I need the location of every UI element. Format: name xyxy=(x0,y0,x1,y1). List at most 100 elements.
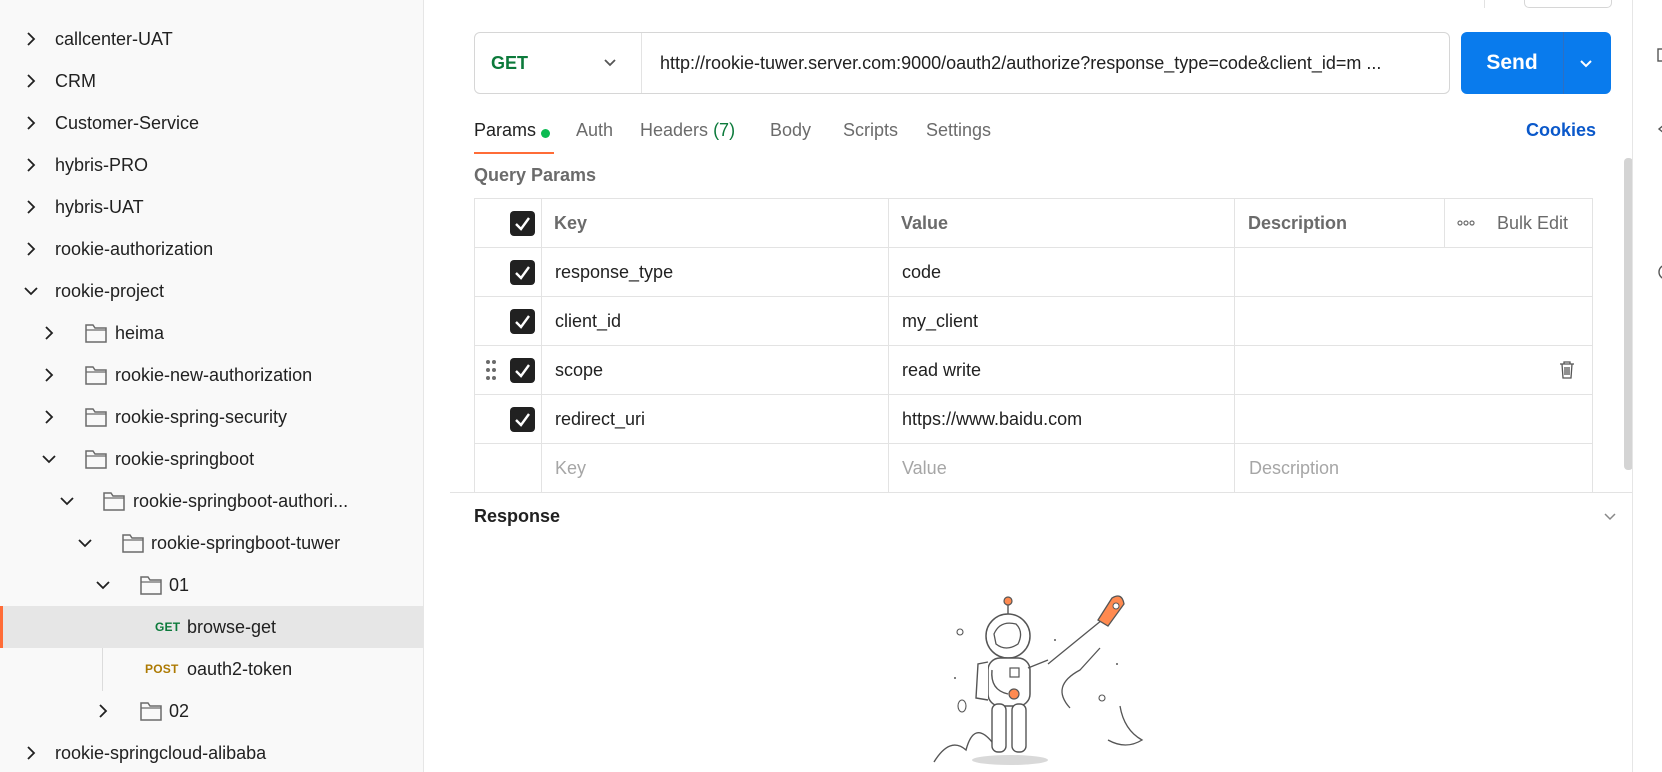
param-checkbox[interactable] xyxy=(510,309,535,334)
description-input[interactable]: Description xyxy=(1249,444,1339,493)
tree-item-oauth2-token[interactable]: POST oauth2-token xyxy=(0,648,423,690)
chevron-down-icon[interactable] xyxy=(75,533,95,553)
tab-scripts[interactable]: Scripts xyxy=(843,120,898,141)
tree-item-crm[interactable]: CRM xyxy=(0,60,423,102)
chevron-right-icon[interactable] xyxy=(21,155,41,175)
tree-item-hybris-pro[interactable]: hybris-PRO xyxy=(0,144,423,186)
tree-item-rookie-new-authorization[interactable]: rookie-new-authorization xyxy=(0,354,423,396)
chevron-right-icon[interactable] xyxy=(21,29,41,49)
headers-count: (7) xyxy=(713,120,736,140)
param-key[interactable]: client_id xyxy=(555,297,621,345)
folder-icon xyxy=(84,364,108,386)
param-new-row: Key Value Description xyxy=(475,444,1592,493)
chevron-right-icon[interactable] xyxy=(39,323,59,343)
folder-icon xyxy=(139,700,163,722)
tree-item-label: callcenter-UAT xyxy=(55,28,173,49)
tree-item-label: rookie-project xyxy=(55,280,165,301)
tree-item-label: browse-get xyxy=(187,616,277,637)
chevron-down-icon[interactable] xyxy=(1576,53,1596,78)
comments-icon[interactable] xyxy=(1657,122,1662,141)
query-params-table: Key Value Description Bulk Edit response… xyxy=(474,198,1593,493)
tab-settings[interactable]: Settings xyxy=(926,120,991,141)
info-icon[interactable] xyxy=(1657,264,1662,285)
param-checkbox[interactable] xyxy=(510,358,535,383)
folder-icon xyxy=(84,448,108,470)
chevron-down-icon[interactable] xyxy=(93,575,113,595)
url-input[interactable]: http://rookie-tuwer.server.com:9000/oaut… xyxy=(660,53,1440,74)
tree-item-customer-service[interactable]: Customer-Service xyxy=(0,102,423,144)
tree-item-01[interactable]: 01 xyxy=(0,564,423,606)
key-input[interactable]: Key xyxy=(555,444,586,493)
tree-item-rookie-springboot-tuwer[interactable]: rookie-springboot-tuwer xyxy=(0,522,423,564)
param-checkbox[interactable] xyxy=(510,407,535,432)
response-divider[interactable] xyxy=(450,492,1632,493)
chevron-right-icon[interactable] xyxy=(39,365,59,385)
tree-item-rookie-project[interactable]: rookie-project xyxy=(0,270,423,312)
param-key[interactable]: scope xyxy=(555,346,603,394)
tree-item-02[interactable]: 02 xyxy=(0,690,423,732)
toolbar-button[interactable] xyxy=(1524,0,1612,8)
method-badge-get: GET xyxy=(155,620,181,634)
url-bar: GET http://rookie-tuwer.server.com:9000/… xyxy=(474,32,1450,94)
tree-item-heima[interactable]: heima xyxy=(0,312,423,354)
astronaut-illustration xyxy=(933,595,1144,765)
param-value[interactable]: code xyxy=(902,248,941,296)
bulk-edit-button[interactable]: Bulk Edit xyxy=(1497,199,1568,247)
right-rail xyxy=(1632,0,1662,772)
tree-item-hybris-uat[interactable]: hybris-UAT xyxy=(0,186,423,228)
chevron-down-icon xyxy=(602,54,618,75)
tree-item-rookie-springboot-authorization[interactable]: rookie-springboot-authori... xyxy=(0,480,423,522)
tree-item-callcenter-uat[interactable]: callcenter-UAT xyxy=(0,18,423,60)
param-row: scope read write xyxy=(475,346,1592,395)
chevron-down-icon[interactable] xyxy=(21,281,41,301)
folder-icon xyxy=(102,490,126,512)
tab-params[interactable]: Params xyxy=(474,120,536,141)
tree-item-rookie-spring-security[interactable]: rookie-spring-security xyxy=(0,396,423,438)
chevron-down-icon[interactable] xyxy=(39,449,59,469)
send-button[interactable]: Send xyxy=(1461,32,1611,94)
param-row: client_id my_client xyxy=(475,297,1592,346)
tab-auth[interactable]: Auth xyxy=(576,120,613,141)
folder-icon xyxy=(139,574,163,596)
request-tabs: Params Auth Headers (7) Body Scripts Set… xyxy=(474,112,1614,156)
tab-body[interactable]: Body xyxy=(770,120,811,141)
drag-handle-icon[interactable] xyxy=(485,346,497,394)
tree-item-label: rookie-springboot-authori... xyxy=(133,490,349,511)
method-select[interactable]: GET xyxy=(475,33,642,93)
folder-icon xyxy=(84,322,108,344)
chevron-right-icon[interactable] xyxy=(21,239,41,259)
tab-headers[interactable]: Headers (7) xyxy=(640,120,735,141)
chevron-down-icon[interactable] xyxy=(57,491,77,511)
param-value[interactable]: my_client xyxy=(902,297,978,345)
param-value[interactable]: read write xyxy=(902,346,981,394)
param-checkbox[interactable] xyxy=(510,260,535,285)
chevron-right-icon[interactable] xyxy=(21,113,41,133)
tree-item-rookie-authorization[interactable]: rookie-authorization xyxy=(0,228,423,270)
tree-item-label: CRM xyxy=(55,70,96,91)
param-key[interactable]: redirect_uri xyxy=(555,395,645,443)
tree-item-label: 01 xyxy=(169,574,190,595)
chevron-right-icon[interactable] xyxy=(93,701,113,721)
request-editor: GET http://rookie-tuwer.server.com:9000/… xyxy=(450,0,1633,772)
tree-item-rookie-springboot[interactable]: rookie-springboot xyxy=(0,438,423,480)
chevron-down-icon[interactable] xyxy=(1602,508,1618,529)
delete-icon[interactable] xyxy=(1559,346,1575,394)
tree-item-rookie-springcloud-alibaba[interactable]: rookie-springcloud-alibaba xyxy=(0,732,423,772)
select-all-checkbox[interactable] xyxy=(510,211,535,236)
param-key[interactable]: response_type xyxy=(555,248,673,296)
chevron-right-icon[interactable] xyxy=(39,407,59,427)
value-input[interactable]: Value xyxy=(902,444,947,493)
tree-item-label: heima xyxy=(115,322,165,343)
query-params-title: Query Params xyxy=(474,165,597,185)
param-value[interactable]: https://www.baidu.com xyxy=(902,395,1082,443)
tree-item-label: rookie-springcloud-alibaba xyxy=(55,742,267,763)
method-badge-post: POST xyxy=(145,662,179,676)
chevron-right-icon[interactable] xyxy=(21,71,41,91)
documentation-icon[interactable] xyxy=(1657,48,1662,67)
cookies-link[interactable]: Cookies xyxy=(1526,120,1596,141)
more-options-icon[interactable] xyxy=(1457,199,1475,247)
folder-icon xyxy=(84,406,108,428)
chevron-right-icon[interactable] xyxy=(21,743,41,763)
chevron-right-icon[interactable] xyxy=(21,197,41,217)
tree-item-browse-get[interactable]: GET browse-get xyxy=(0,606,423,648)
